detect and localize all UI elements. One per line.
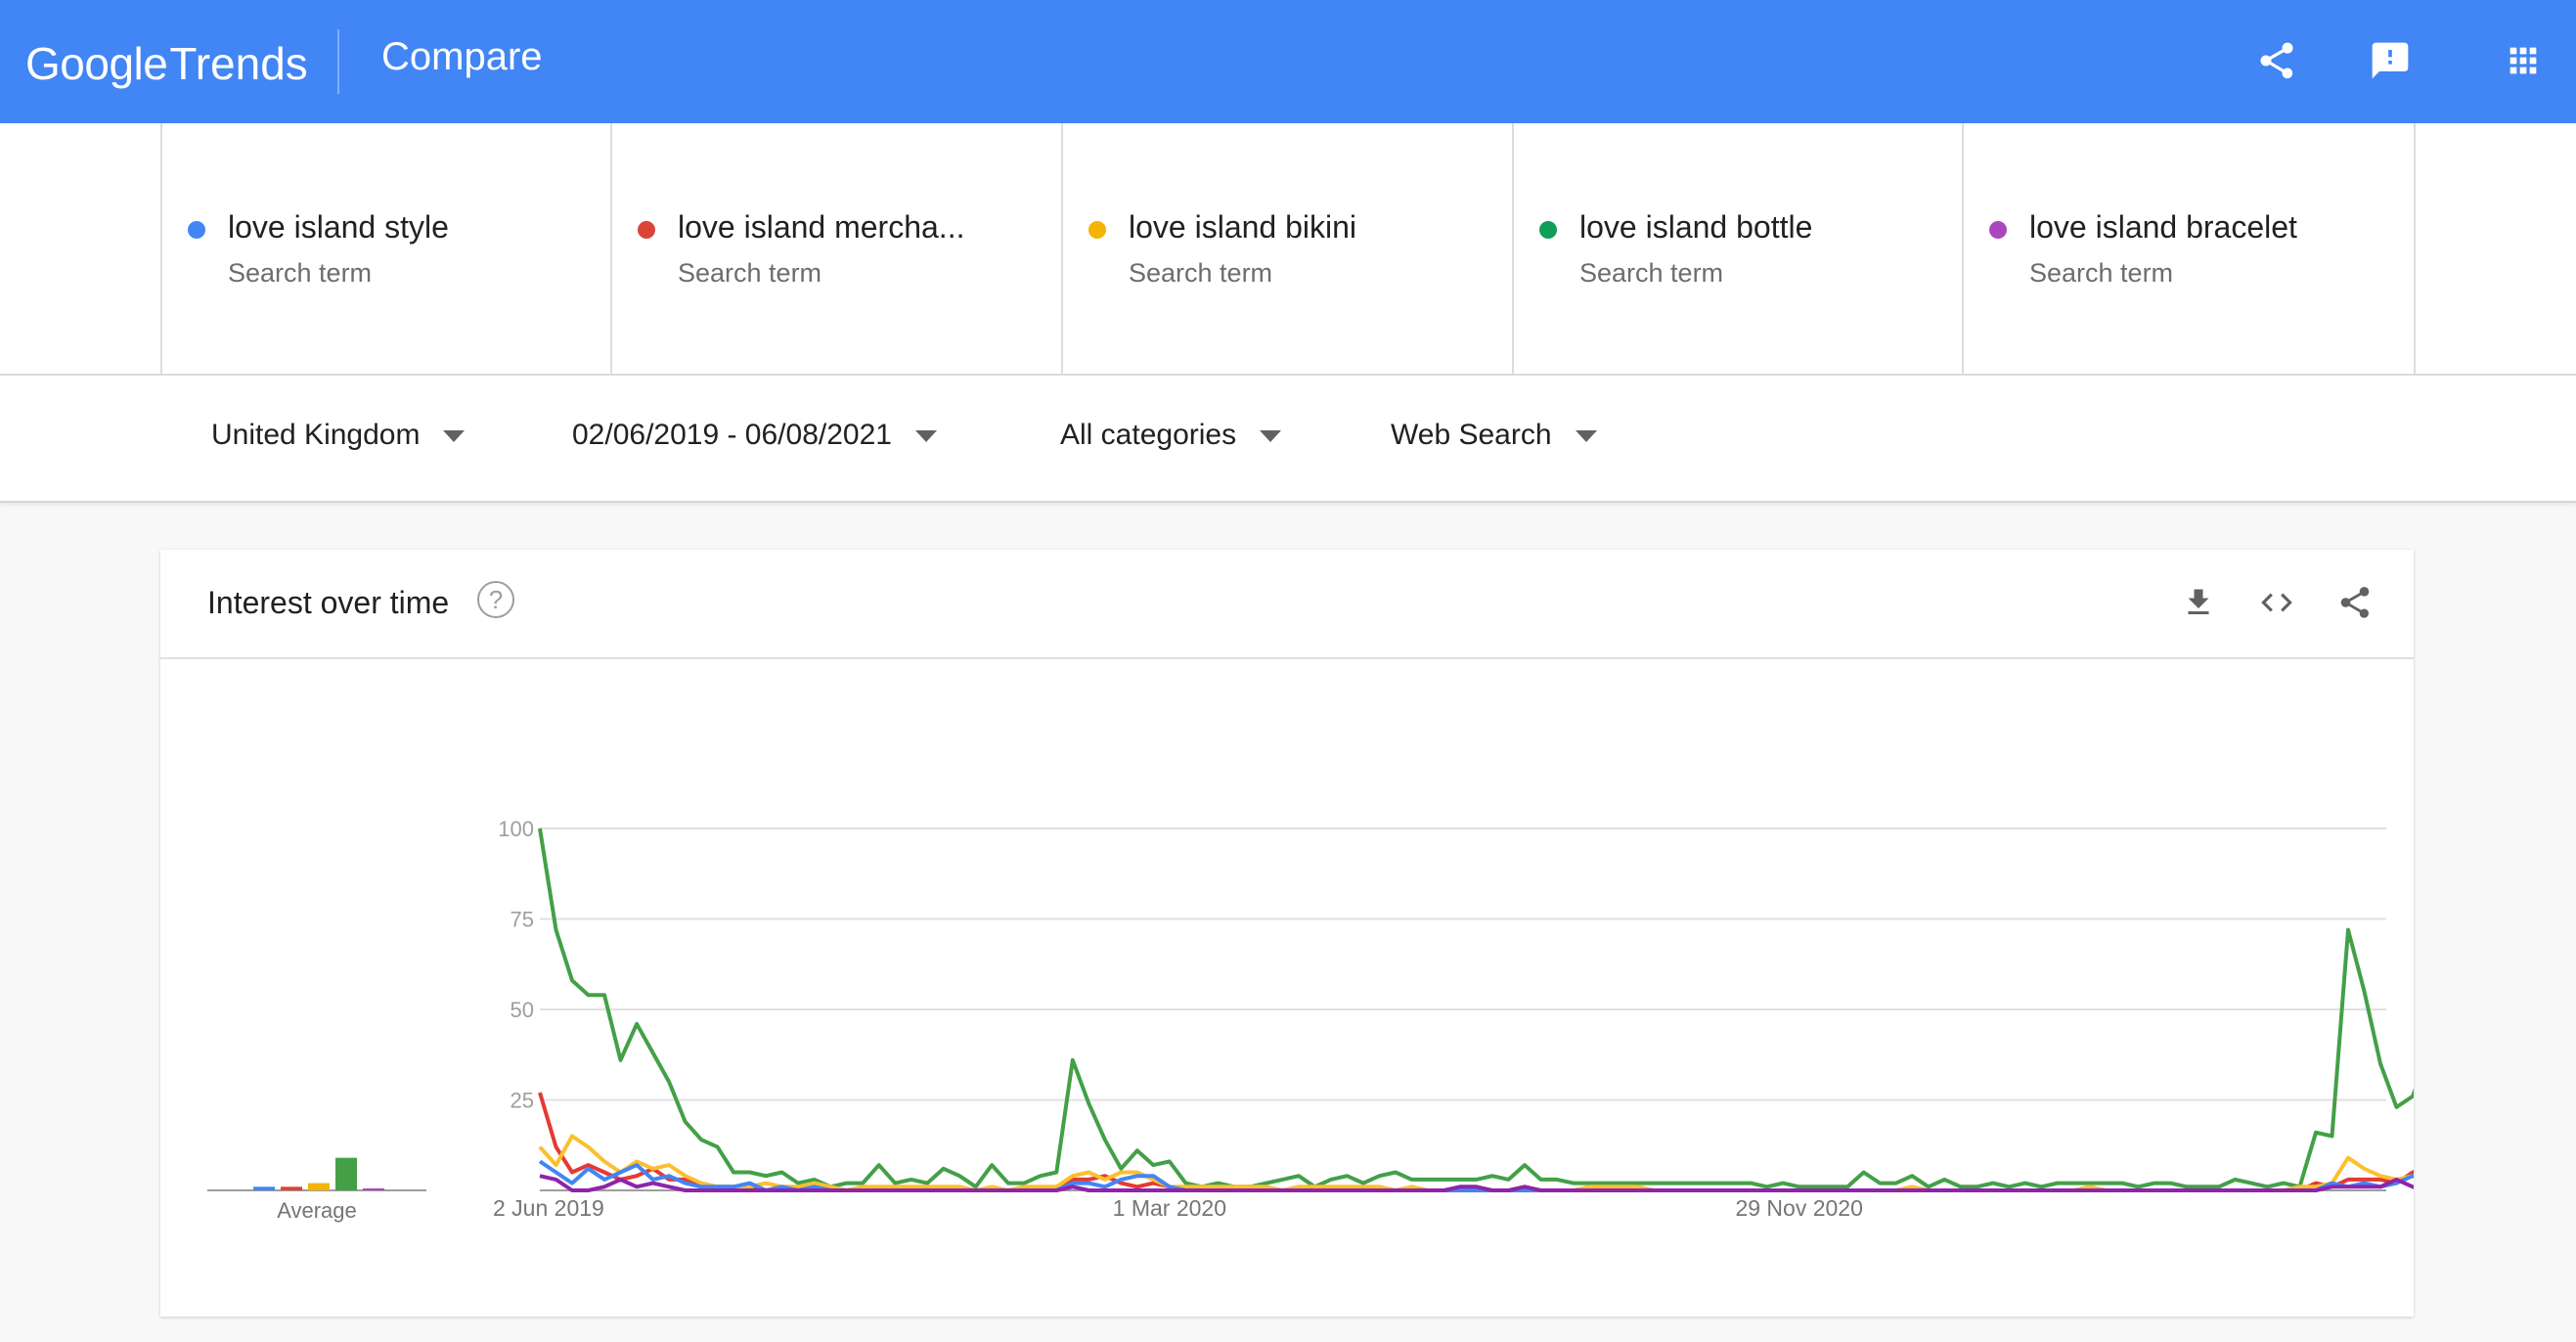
average-bar [335,1157,357,1190]
dropdown-arrow-icon [443,430,466,442]
chart-x-axis: 2 Jun 2019 1 Mar 2020 29 Nov 2020 [493,1195,1863,1221]
category-value: All categories [1060,419,1237,451]
average-bar [281,1186,302,1190]
series-line-love-island-mercha [538,1092,2414,1192]
download-icon[interactable] [2177,581,2220,624]
term-type: Search term [1579,258,1724,288]
google-trends-logo[interactable]: Google Trends [25,29,308,98]
term-card-love-island-bottle[interactable]: love island bottle Search term [1512,123,1964,374]
date-range-value: 02/06/2019 - 06/08/2021 [572,419,892,451]
term-type: Search term [1129,258,1273,288]
search-type-dropdown[interactable]: Web Search [1391,419,1597,452]
dropdown-arrow-icon [914,430,937,442]
chart-gridlines: 100 75 50 25 [498,817,2386,1191]
term-card-love-island-bikini[interactable]: love island bikini Search term [1061,123,1513,374]
logo-trends-text: Trends [169,38,308,89]
term-type: Search term [678,258,822,288]
card-title: Interest over time [207,585,450,620]
region-dropdown[interactable]: United Kingdom [211,419,466,452]
y-tick-label: 100 [498,817,534,841]
average-bar-chart: Average [207,1157,426,1223]
term-card-love-island-style[interactable]: love island style Search term [160,123,612,374]
dropdown-arrow-icon [1575,430,1597,442]
term-name: love island style [228,209,449,245]
interest-over-time-card: Interest over time ? Average 100 75 50 25 2… [160,550,2414,1317]
term-card-love-island-bracelet[interactable]: love island bracelet Search term [1962,123,2416,374]
term-name: love island bikini [1129,209,1357,245]
x-tick-label: 29 Nov 2020 [1735,1195,1862,1221]
dropdown-arrow-icon [1260,430,1282,442]
x-tick-label: 2 Jun 2019 [493,1195,604,1221]
help-icon[interactable]: ? [477,581,514,618]
y-tick-label: 50 [511,998,534,1022]
y-tick-label: 75 [511,908,534,932]
term-type: Search term [2029,258,2174,288]
app-header: Google Trends Compare [0,0,2576,123]
share-icon[interactable] [2249,33,2304,88]
embed-icon[interactable] [2255,581,2298,624]
average-bar [363,1188,384,1190]
term-color-dot [1989,221,2007,239]
average-label: Average [277,1198,357,1223]
term-color-dot [188,221,205,239]
page-title: Compare [381,35,543,78]
interest-over-time-chart: Average 100 75 50 25 2 Jun 2019 1 Mar 2020 29… [207,817,2414,1223]
search-type-value: Web Search [1391,419,1552,451]
average-bar [253,1186,275,1190]
term-color-dot [1088,221,1106,239]
series-line-love-island-bottle [538,828,2414,1189]
term-name: love island bracelet [2029,209,2297,245]
term-card-love-island-merchandise[interactable]: love island mercha... Search term [610,123,1062,374]
feedback-icon[interactable] [2363,33,2418,88]
logo-google-text: Google [25,38,168,89]
term-name: love island bottle [1579,209,1813,245]
term-type: Search term [228,258,373,288]
category-dropdown[interactable]: All categories [1060,419,1282,452]
share-icon[interactable] [2333,581,2376,624]
average-bar [308,1183,330,1190]
term-color-dot [1539,221,1557,239]
compare-terms-bar: love island style Search term love islan… [0,123,2576,376]
term-color-dot [638,221,655,239]
filters-bar: United Kingdom 02/06/2019 - 06/08/2021 A… [0,376,2576,503]
header-divider [337,29,339,94]
y-tick-label: 25 [511,1089,534,1113]
term-name: love island mercha... [678,209,965,245]
region-value: United Kingdom [211,419,421,451]
x-tick-label: 1 Mar 2020 [1113,1195,1226,1221]
apps-icon[interactable] [2496,33,2551,88]
date-range-dropdown[interactable]: 02/06/2019 - 06/08/2021 [572,419,937,452]
